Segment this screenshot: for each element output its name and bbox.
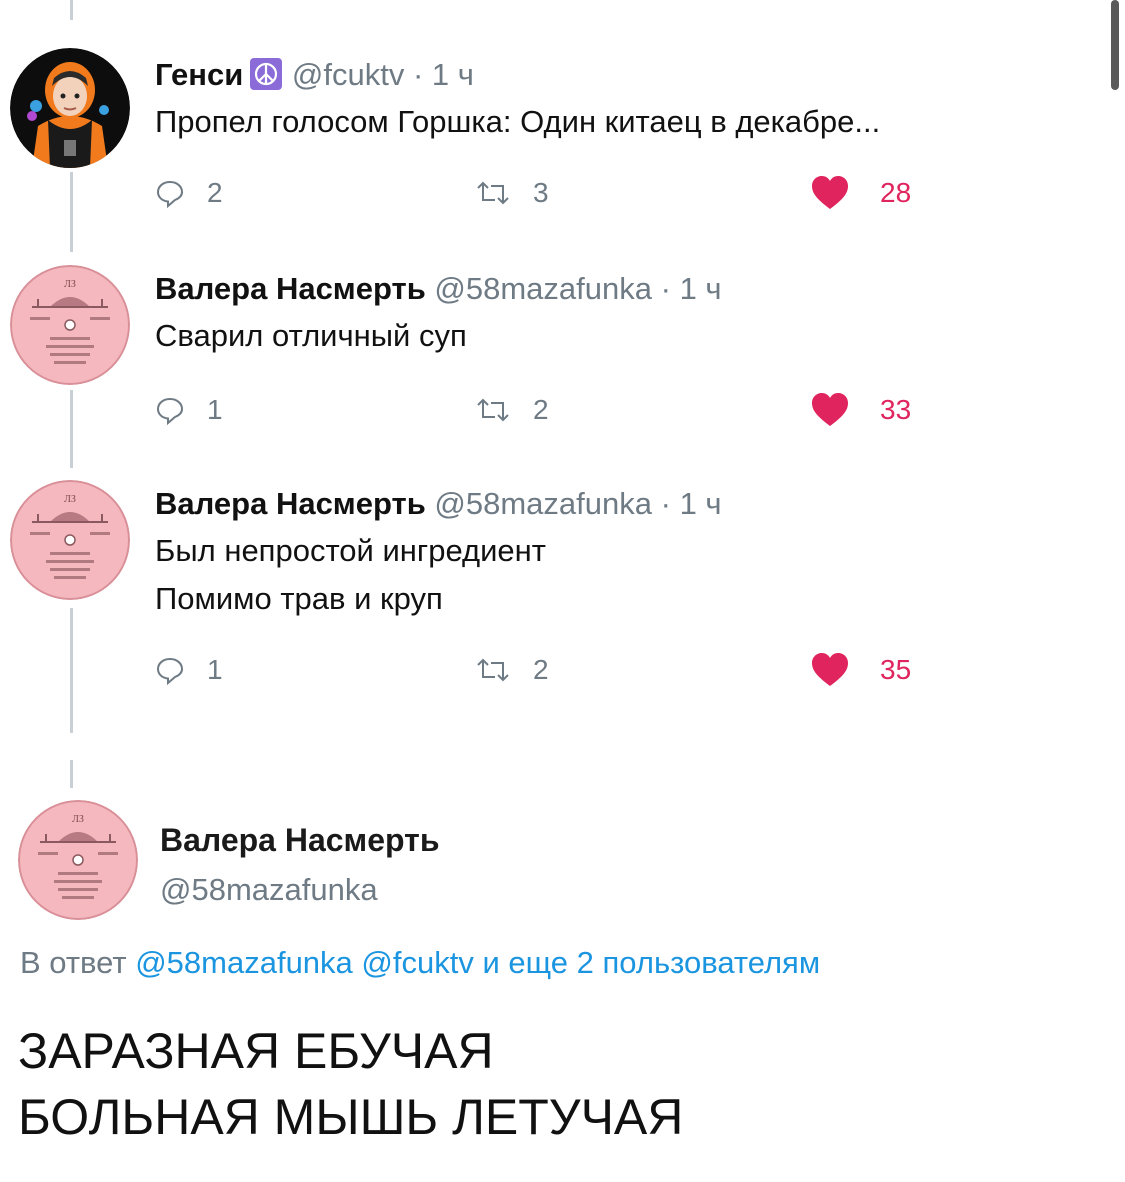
heart-icon xyxy=(810,652,880,688)
reply-prefix: В ответ xyxy=(20,945,127,980)
retweet-icon xyxy=(475,655,533,685)
tweet-text-line: Сварил отличный суп xyxy=(155,318,467,353)
thread-line-4 xyxy=(70,760,73,788)
retweet-button[interactable]: 2 xyxy=(475,390,549,430)
like-button[interactable]: 28 xyxy=(810,173,911,213)
reply-count: 2 xyxy=(207,177,223,208)
peace-sign-icon xyxy=(249,57,283,91)
svg-text:ЛЗ: ЛЗ xyxy=(64,494,76,505)
author-name[interactable]: Валера Насмерть xyxy=(155,271,426,306)
tweet-text-line: Был непростой ингредиент xyxy=(155,533,546,568)
retweet-count: 2 xyxy=(533,394,549,425)
scrollbar[interactable] xyxy=(1111,0,1119,90)
reply-context: В ответ @58mazafunka @fcuktv и еще 2 пол… xyxy=(20,945,820,981)
retweet-button[interactable]: 3 xyxy=(475,173,549,213)
reply-user-link[interactable]: @fcuktv xyxy=(361,945,473,980)
reply-button[interactable]: 1 xyxy=(155,390,223,430)
author-name[interactable]: Валера Насмерть xyxy=(155,486,426,521)
avatar[interactable]: ЛЗ xyxy=(18,800,138,920)
tweet-text-line: Помимо трав и круп xyxy=(155,581,443,616)
tweet-text: Был непростой ингредиент Помимо трав и к… xyxy=(155,527,1100,623)
svg-text:ЛЗ: ЛЗ xyxy=(64,279,76,290)
retweet-button[interactable]: 2 xyxy=(475,650,549,690)
separator-dot: · xyxy=(660,486,671,521)
like-button[interactable]: 35 xyxy=(810,650,911,690)
thread-line-top xyxy=(70,0,73,20)
like-count: 33 xyxy=(880,394,912,425)
main-tweet-text: ЗАРАЗНАЯ ЕБУЧАЯ БОЛЬНАЯ МЫШЬ ЛЕТУЧАЯ xyxy=(18,1018,683,1150)
reply-icon xyxy=(155,178,207,208)
heart-icon xyxy=(810,392,880,428)
reply-button[interactable]: 2 xyxy=(155,173,223,213)
tweet-text-line: Пропел голосом Горшка: Один китаец в дек… xyxy=(155,104,881,139)
heart-icon xyxy=(810,175,880,211)
author-handle[interactable]: @fcuktv xyxy=(292,57,404,92)
tweet-text: Пропел голосом Горшка: Один китаец в дек… xyxy=(155,98,1100,146)
like-count: 35 xyxy=(880,654,912,685)
retweet-icon xyxy=(475,178,533,208)
author-name[interactable]: Генси xyxy=(155,57,243,92)
reply-others-link[interactable]: и еще 2 пользователям xyxy=(482,945,820,980)
reply-user-link[interactable]: @58mazafunka xyxy=(135,945,353,980)
svg-text:ЛЗ: ЛЗ xyxy=(72,814,84,825)
like-button[interactable]: 33 xyxy=(810,390,911,430)
reply-button[interactable]: 1 xyxy=(155,650,223,690)
avatar[interactable]: ЛЗ xyxy=(10,480,130,600)
retweet-icon xyxy=(475,395,533,425)
tweet-time[interactable]: 1 ч xyxy=(680,486,722,521)
avatar[interactable]: ЛЗ xyxy=(10,265,130,385)
reply-count: 1 xyxy=(207,654,223,685)
tweet-time[interactable]: 1 ч xyxy=(680,271,722,306)
author-handle[interactable]: @58mazafunka xyxy=(434,271,652,306)
reply-count: 1 xyxy=(207,394,223,425)
separator-dot: · xyxy=(412,57,424,92)
retweet-count: 3 xyxy=(533,177,549,208)
like-count: 28 xyxy=(880,177,912,208)
separator-dot: · xyxy=(660,271,671,306)
main-tweet-text-line: БОЛЬНАЯ МЫШЬ ЛЕТУЧАЯ xyxy=(18,1089,684,1145)
thread-line-1 xyxy=(70,172,73,252)
tweet-text: Сварил отличный суп xyxy=(155,312,1100,360)
author-handle[interactable]: @58mazafunka xyxy=(160,868,439,912)
reply-icon xyxy=(155,395,207,425)
main-tweet-header: Валера Насмерть @58mazafunka xyxy=(160,818,439,912)
thread-line-2 xyxy=(70,390,73,468)
author-handle[interactable]: @58mazafunka xyxy=(434,486,652,521)
retweet-count: 2 xyxy=(533,654,549,685)
main-tweet-text-line: ЗАРАЗНАЯ ЕБУЧАЯ xyxy=(18,1023,494,1079)
avatar[interactable] xyxy=(10,48,130,168)
thread-line-3 xyxy=(70,608,73,733)
reply-icon xyxy=(155,655,207,685)
author-name[interactable]: Валера Насмерть xyxy=(160,818,439,862)
tweet-time[interactable]: 1 ч xyxy=(432,57,474,92)
